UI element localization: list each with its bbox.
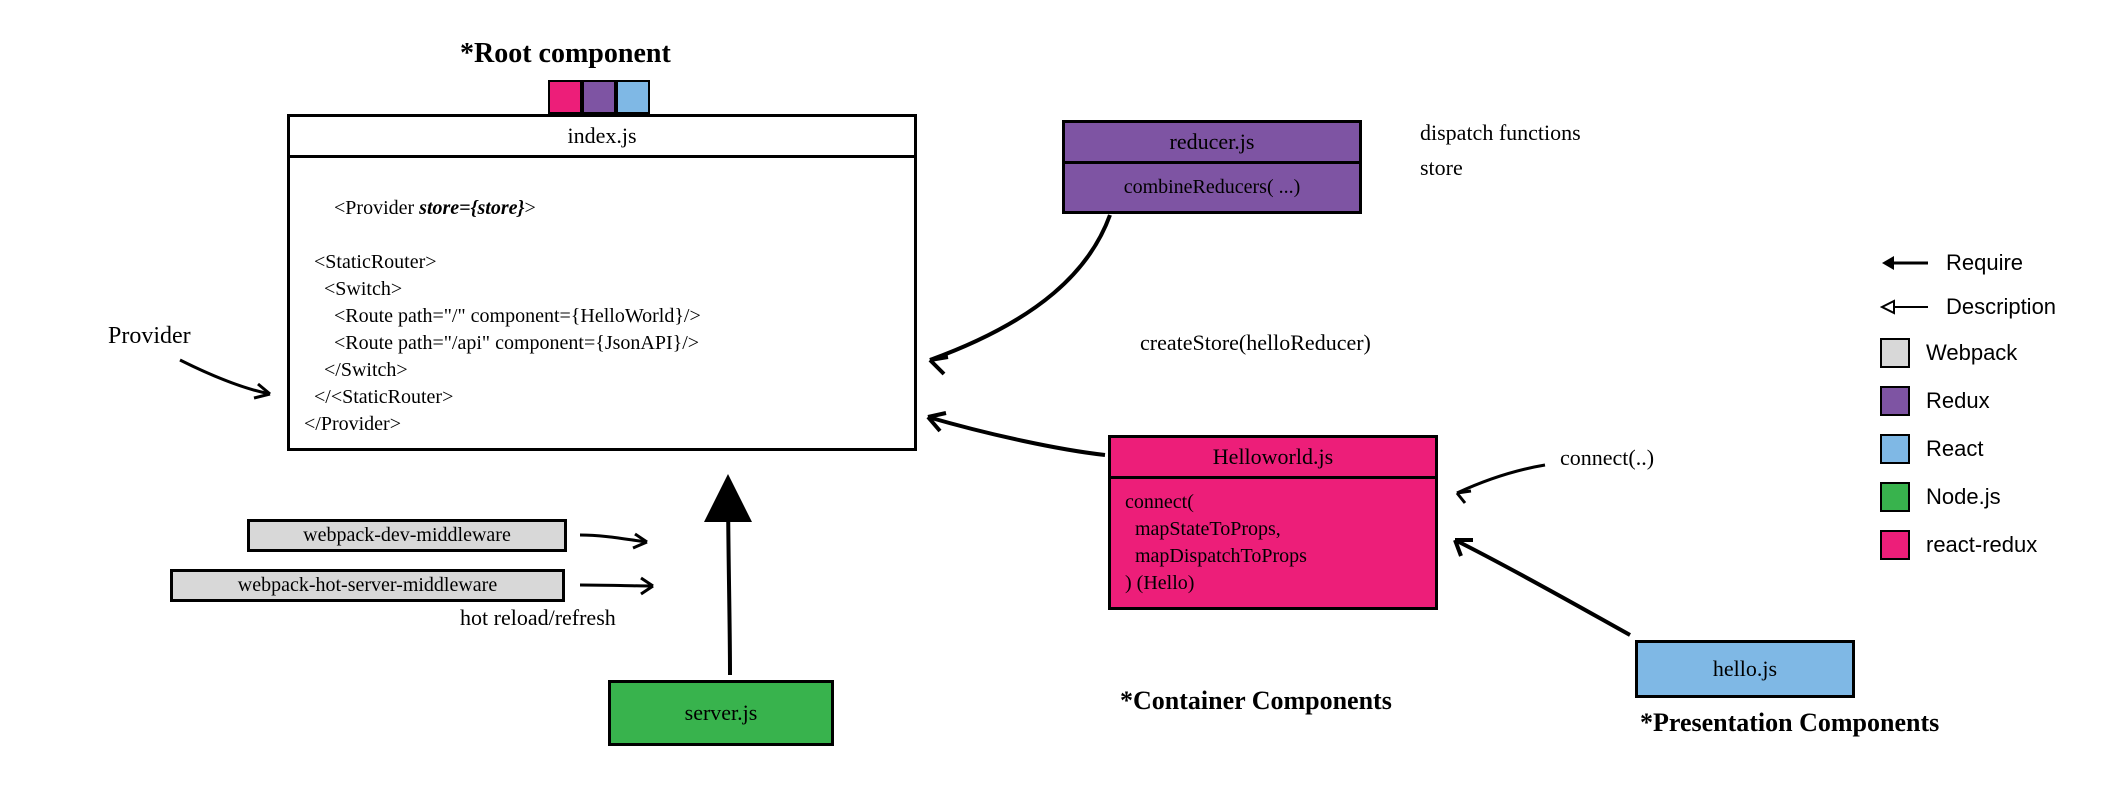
legend-swatch-webpack [1880, 338, 1910, 368]
reducer-title: reducer.js [1065, 123, 1359, 161]
presentation-title: *Presentation Components [1640, 707, 1939, 738]
index-body: <Provider store={store}> <StaticRouter> … [290, 155, 914, 448]
code-l8: </Provider> [304, 411, 900, 438]
legend-swatch-react [1880, 434, 1910, 464]
legend-swatch-redux [1880, 386, 1910, 416]
hw-l3: mapDispatchToProps [1125, 543, 1421, 570]
hello-arrow [1445, 530, 1645, 650]
reducer-box: reducer.js combineReducers( ...) [1062, 120, 1362, 214]
tag-blue [616, 80, 650, 114]
webpack-dev-arrow [575, 520, 665, 550]
connect-label: connect(..) [1560, 445, 1654, 471]
code-l5: <Route path="/api" component={JsonAPI}/> [304, 330, 900, 357]
legend-description-label: Description [1946, 294, 2056, 320]
root-title: *Root component [460, 38, 671, 70]
legend-react-label: React [1926, 436, 1983, 462]
webpack-hot-tag: webpack-hot-server-middleware [170, 569, 565, 602]
legend-require-label: Require [1946, 250, 2023, 276]
provider-label: Provider [108, 323, 191, 350]
server-arrow [700, 470, 760, 680]
legend-reactredux: react-redux [1880, 530, 2056, 560]
legend-redux: Redux [1880, 386, 2056, 416]
helloworld-body: connect( mapStateToProps, mapDispatchToP… [1111, 476, 1435, 607]
legend-node: Node.js [1880, 482, 2056, 512]
store-label: store [1420, 155, 1463, 181]
webpack-hot-arrow [575, 570, 670, 600]
reducer-arrow [920, 210, 1140, 380]
code-l1a: <Provider [334, 197, 419, 219]
index-box: index.js <Provider store={store}> <Stati… [287, 114, 917, 451]
hello-title: hello.js [1713, 656, 1777, 682]
createstore-label: createStore(helloReducer) [1140, 330, 1371, 356]
hw-l4: ) (Hello) [1125, 570, 1421, 597]
helloworld-box: Helloworld.js connect( mapStateToProps, … [1108, 435, 1438, 610]
legend-require-arrow [1880, 251, 1930, 275]
legend-description-arrow [1880, 295, 1930, 319]
hot-reload-note: hot reload/refresh [460, 605, 616, 631]
legend-reactredux-label: react-redux [1926, 532, 2037, 558]
legend-webpack: Webpack [1880, 338, 2056, 368]
legend-redux-label: Redux [1926, 388, 1990, 414]
dispatch-label: dispatch functions [1420, 120, 1581, 146]
legend: Require Description Webpack Redux React … [1880, 250, 2056, 578]
legend-react: React [1880, 434, 2056, 464]
code-l1c: > [524, 197, 535, 219]
reducer-body: combineReducers( ...) [1065, 161, 1359, 211]
server-box: server.js [608, 680, 834, 746]
webpack-dev-tag: webpack-dev-middleware [247, 519, 567, 552]
code-l7: </<StaticRouter> [304, 384, 900, 411]
legend-require: Require [1880, 250, 2056, 276]
code-l4: <Route path="/" component={HelloWorld}/> [304, 303, 900, 330]
code-l6: </Switch> [304, 357, 900, 384]
connect-desc-arrow [1445, 455, 1555, 505]
hw-l1: connect( [1125, 489, 1421, 516]
server-title: server.js [685, 700, 758, 726]
code-l3: <Switch> [304, 276, 900, 303]
hello-box: hello.js [1635, 640, 1855, 698]
legend-node-label: Node.js [1926, 484, 2001, 510]
hw-l2: mapStateToProps, [1125, 516, 1421, 543]
code-l2: <StaticRouter> [304, 249, 900, 276]
code-l1b: store={store} [419, 197, 524, 219]
tag-purple [582, 80, 616, 114]
container-title: *Container Components [1120, 685, 1392, 716]
index-title: index.js [290, 117, 914, 155]
tag-magenta [548, 80, 582, 114]
legend-description: Description [1880, 294, 2056, 320]
legend-webpack-label: Webpack [1926, 340, 2017, 366]
legend-swatch-reactredux [1880, 530, 1910, 560]
helloworld-title: Helloworld.js [1111, 438, 1435, 476]
provider-arrow [170, 350, 290, 410]
legend-swatch-node [1880, 482, 1910, 512]
helloworld-arrow [920, 405, 1115, 475]
